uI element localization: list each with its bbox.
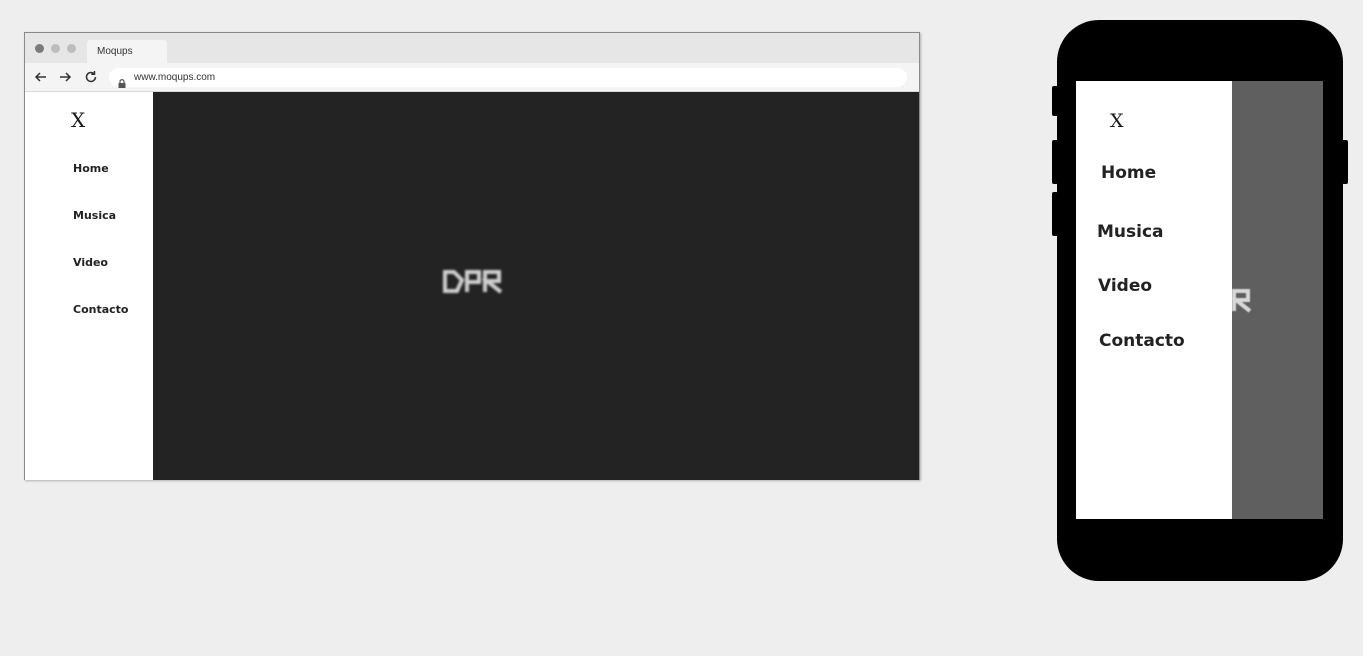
menu-item-video[interactable]: Video bbox=[73, 256, 108, 270]
url-text: www.moqups.com bbox=[134, 72, 216, 83]
phone-frame: X Home Musica Video Contacto bbox=[1057, 20, 1343, 581]
browser-window: Moqups www.moqups.com X Home Musica Vide… bbox=[24, 32, 920, 480]
dpr-logo bbox=[443, 270, 503, 294]
arrow-left-icon[interactable] bbox=[33, 69, 49, 85]
lock-icon bbox=[118, 73, 126, 88]
menu-item-home[interactable]: Home bbox=[1101, 163, 1156, 183]
menu-item-musica[interactable]: Musica bbox=[73, 209, 116, 223]
menu-item-video[interactable]: Video bbox=[1098, 276, 1152, 296]
close-menu-button[interactable]: X bbox=[1110, 111, 1124, 131]
phone-sidebar-menu: X Home Musica Video Contacto bbox=[1076, 81, 1232, 519]
close-menu-button[interactable]: X bbox=[71, 110, 85, 130]
browser-tab[interactable]: Moqups bbox=[87, 40, 167, 63]
window-close-dot[interactable] bbox=[35, 44, 44, 53]
window-minimize-dot[interactable] bbox=[51, 44, 60, 53]
arrow-right-icon[interactable] bbox=[57, 69, 73, 85]
phone-screen: X Home Musica Video Contacto bbox=[1076, 81, 1323, 519]
window-maximize-dot[interactable] bbox=[67, 44, 76, 53]
menu-item-contacto[interactable]: Contacto bbox=[1099, 331, 1185, 351]
reload-icon[interactable] bbox=[83, 69, 99, 85]
menu-item-musica[interactable]: Musica bbox=[1097, 222, 1164, 242]
sidebar-menu: X Home Musica Video Contacto bbox=[25, 92, 153, 480]
browser-toolbar: www.moqups.com bbox=[25, 63, 919, 92]
menu-item-contacto[interactable]: Contacto bbox=[73, 303, 128, 317]
tab-bar: Moqups bbox=[25, 33, 919, 63]
menu-item-home[interactable]: Home bbox=[73, 162, 109, 176]
page-viewport: X Home Musica Video Contacto bbox=[25, 92, 919, 480]
address-bar[interactable]: www.moqups.com bbox=[109, 68, 907, 88]
